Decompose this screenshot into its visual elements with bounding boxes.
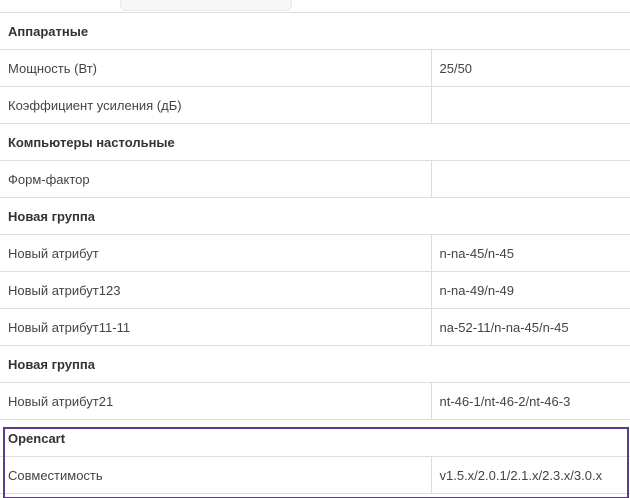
group-title: Компьютеры настольные (0, 123, 630, 161)
attribute-value: 25/50 (430, 49, 630, 87)
attribute-name: Новый атрибут (0, 234, 432, 272)
attribute-name: Совместимость (0, 456, 432, 494)
attribute-group-header: Opencart (0, 419, 630, 457)
group-title: Opencart (0, 419, 630, 457)
attribute-value (430, 86, 630, 124)
table-row: Форм-фактор (0, 160, 630, 198)
attribute-value (430, 160, 630, 198)
attributes-table: Аппаратные Мощность (Вт) 25/50 Коэффицие… (0, 12, 630, 494)
table-row: Новый атрибут n-na-45/n-45 (0, 234, 630, 272)
attribute-name: Новый атрибут11-11 (0, 308, 432, 346)
attribute-name: Коэффициент усиления (дБ) (0, 86, 432, 124)
attribute-value: n-na-45/n-45 (430, 234, 630, 272)
group-title: Новая группа (0, 345, 630, 383)
group-title: Аппаратные (0, 12, 630, 50)
table-row: Коэффициент усиления (дБ) (0, 86, 630, 124)
tab-fragment (120, 0, 292, 11)
attribute-name: Форм-фактор (0, 160, 432, 198)
attribute-name: Мощность (Вт) (0, 49, 432, 87)
attribute-group-header: Аппаратные (0, 12, 630, 50)
group-title: Новая группа (0, 197, 630, 235)
attribute-value: na-52-11/n-na-45/n-45 (430, 308, 630, 346)
table-row: Новый атрибут11-11 na-52-11/n-na-45/n-45 (0, 308, 630, 346)
table-row: Совместимость v1.5.x/2.0.1/2.1.x/2.3.x/3… (0, 456, 630, 494)
table-row: Новый атрибут123 n-na-49/n-49 (0, 271, 630, 309)
table-row: Новый атрибут21 nt-46-1/nt-46-2/nt-46-3 (0, 382, 630, 420)
attribute-group-header: Новая группа (0, 345, 630, 383)
attribute-group-header: Компьютеры настольные (0, 123, 630, 161)
attribute-name: Новый атрибут21 (0, 382, 432, 420)
attribute-value: v1.5.x/2.0.1/2.1.x/2.3.x/3.0.x (430, 456, 630, 494)
attribute-value: n-na-49/n-49 (430, 271, 630, 309)
attribute-value: nt-46-1/nt-46-2/nt-46-3 (430, 382, 630, 420)
attributes-panel: Аппаратные Мощность (Вт) 25/50 Коэффицие… (0, 0, 630, 498)
attribute-group-header: Новая группа (0, 197, 630, 235)
attribute-name: Новый атрибут123 (0, 271, 432, 309)
table-row: Мощность (Вт) 25/50 (0, 49, 630, 87)
